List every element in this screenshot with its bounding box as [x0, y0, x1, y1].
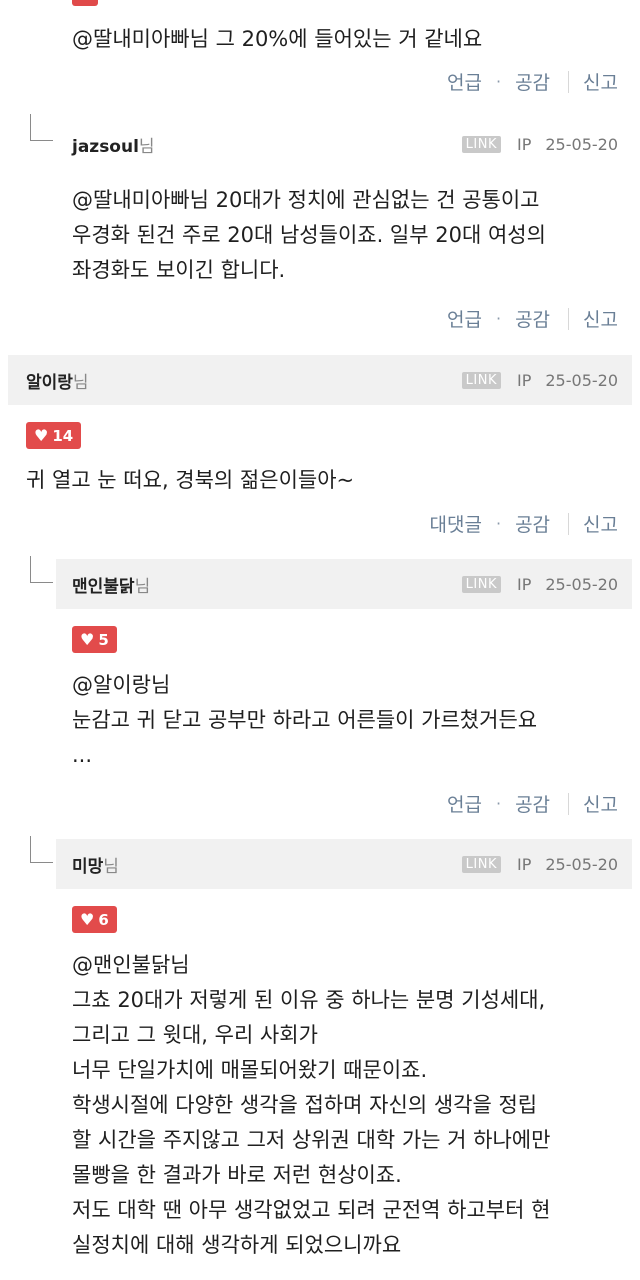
comment-line: 저도 대학 땐 아무 생각없었고 되려 군전역 하고부터 현 — [72, 1198, 551, 1222]
link-badge[interactable]: LINK — [461, 575, 501, 593]
like-badge-partial[interactable] — [72, 0, 98, 6]
author-name[interactable]: 알이랑 — [26, 373, 73, 393]
comment-line: @알이랑님 — [72, 673, 171, 697]
ip-label: IP — [517, 574, 532, 594]
heart-icon: ♥ — [80, 630, 95, 649]
comment-line: 할 시간을 주지않고 그저 상위권 대학 가는 거 하나에만 — [72, 1128, 551, 1152]
link-badge[interactable]: LINK — [461, 135, 501, 153]
reply-arrow-icon — [30, 836, 53, 863]
comment-text: @딸내미아빠님 그 20%에 들어있는 거 같네요 — [72, 27, 483, 51]
comment-header: 맨인불닭님 LINK IP 25-05-20 — [56, 559, 632, 609]
separator-dot: · — [495, 794, 502, 813]
author-suffix: 님 — [138, 136, 155, 157]
divider — [568, 512, 570, 535]
heart-icon: ♥ — [80, 910, 95, 929]
comment-date: 25-05-20 — [545, 574, 618, 594]
author-name[interactable]: 맨인불닭 — [72, 577, 135, 597]
link-badge[interactable]: LINK — [461, 371, 501, 389]
comment-actions: 언급 · 공감 신고 — [447, 68, 618, 95]
comment-line: 몰빵을 한 결과가 바로 저런 현상이죠. — [72, 1163, 402, 1187]
comment-line: 너무 단일가치에 매몰되어왔기 때문이죠. — [72, 1058, 428, 1082]
comment-line: 눈감고 귀 닫고 공부만 하라고 어른들이 가르쳤거든요 — [72, 708, 538, 732]
author-suffix: 님 — [103, 856, 119, 877]
comment-line: 좌경화도 보이긴 합니다. — [72, 258, 286, 282]
comment-body: @알이랑님 눈감고 귀 닫고 공부만 하라고 어른들이 가르쳤거든요 ... — [72, 668, 537, 773]
ip-label: IP — [517, 134, 532, 154]
link-badge[interactable]: LINK — [461, 855, 501, 873]
comment-line: 실정치에 대해 생각하게 되었으니까요 — [72, 1233, 402, 1257]
author-suffix: 님 — [134, 576, 151, 597]
ip-label: IP — [517, 854, 532, 874]
comment-body: @맨인불닭님 그쵸 20대가 저렇게 된 이유 중 하나는 분명 기성세대, 그… — [72, 948, 550, 1263]
like-count-badge[interactable]: ♥ 5 — [72, 626, 117, 653]
comment-line: ... — [72, 743, 93, 767]
separator-dot: · — [495, 309, 502, 328]
author-name[interactable]: 미망 — [72, 857, 103, 877]
reply-button[interactable]: 대댓글 — [430, 510, 482, 537]
comment-date: 25-05-20 — [545, 854, 618, 874]
comment-text: 귀 열고 눈 떠요, 경북의 젊은이들아~ — [26, 468, 355, 492]
separator-dot: · — [495, 514, 502, 533]
like-count: 14 — [52, 426, 74, 445]
like-button[interactable]: 공감 — [515, 790, 550, 817]
like-count-badge[interactable]: ♥ 14 — [26, 422, 82, 449]
report-button[interactable]: 신고 — [583, 68, 618, 95]
like-button[interactable]: 공감 — [515, 305, 550, 332]
separator-dot: · — [495, 72, 502, 91]
ip-label: IP — [517, 370, 532, 390]
comment-line: 그쵸 20대가 저렇게 된 이유 중 하나는 분명 기성세대, — [72, 988, 546, 1012]
comment-header: 알이랑님 LINK IP 25-05-20 — [8, 355, 632, 405]
divider — [568, 792, 570, 815]
like-count: 6 — [98, 910, 109, 929]
like-button[interactable]: 공감 — [515, 68, 550, 95]
like-button[interactable]: 공감 — [515, 510, 550, 537]
report-button[interactable]: 신고 — [583, 790, 618, 817]
comment-actions: 언급 · 공감 신고 — [447, 305, 618, 332]
comment-header: jazsoul님 LINK IP 25-05-20 — [56, 119, 632, 169]
like-count: 5 — [98, 630, 109, 649]
mention-button[interactable]: 언급 — [447, 68, 482, 95]
divider — [568, 307, 570, 330]
mention-button[interactable]: 언급 — [447, 790, 482, 817]
reply-arrow-icon — [30, 114, 53, 141]
comment-header: 미망님 LINK IP 25-05-20 — [56, 839, 632, 889]
comment-line: 우경화 된건 주로 20대 남성들이죠. 일부 20대 여성의 — [72, 223, 546, 247]
mention-button[interactable]: 언급 — [447, 305, 482, 332]
comment-body: @딸내미아빠님 20대가 정치에 관심없는 건 공통이고 우경화 된건 주로 2… — [72, 183, 546, 288]
comment-line: 학생시절에 다양한 생각을 접하며 자신의 생각을 정립 — [72, 1093, 538, 1117]
comment-date: 25-05-20 — [545, 134, 618, 154]
report-button[interactable]: 신고 — [583, 305, 618, 332]
comment-line: 그리고 그 윗대, 우리 사회가 — [72, 1023, 318, 1047]
comment-line: @맨인불닭님 — [72, 953, 190, 977]
comment-actions: 언급 · 공감 신고 — [447, 790, 618, 817]
reply-arrow-icon — [30, 556, 53, 583]
divider — [568, 70, 570, 93]
like-count-badge[interactable]: ♥ 6 — [72, 906, 117, 933]
report-button[interactable]: 신고 — [583, 510, 618, 537]
heart-icon: ♥ — [34, 426, 49, 445]
comment-actions: 대댓글 · 공감 신고 — [430, 510, 618, 537]
author-suffix: 님 — [72, 372, 89, 393]
comment-line: @딸내미아빠님 20대가 정치에 관심없는 건 공통이고 — [72, 188, 540, 212]
author-name[interactable]: jazsoul — [72, 137, 139, 157]
comment-date: 25-05-20 — [545, 370, 618, 390]
